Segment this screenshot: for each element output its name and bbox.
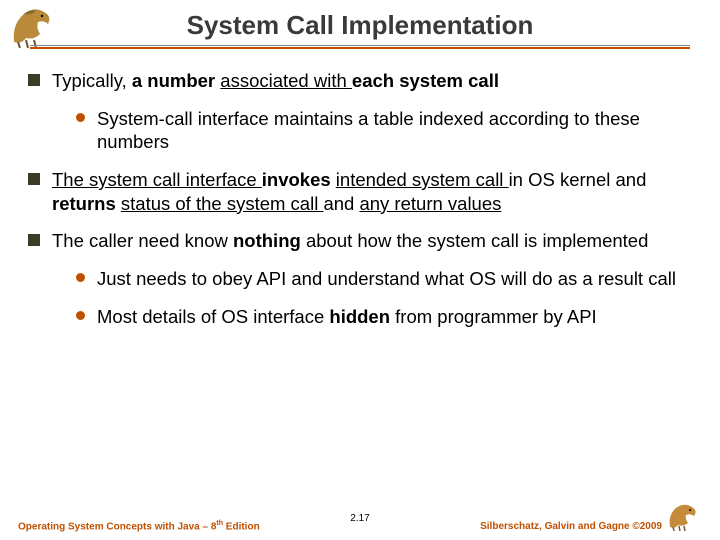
slide-footer: Operating System Concepts with Java – 8t… xyxy=(0,501,720,532)
text: Operating System Concepts with Java – 8 xyxy=(18,521,216,532)
text-bold: invokes xyxy=(262,169,336,190)
text: Edition xyxy=(223,521,260,532)
square-bullet-icon xyxy=(28,74,40,86)
dot-bullet-icon xyxy=(76,113,85,122)
bullet-item: Typically, a number associated with each… xyxy=(28,69,692,93)
text: The caller need know xyxy=(52,230,233,251)
footer-right: Silberschatz, Galvin and Gagne ©2009 xyxy=(480,501,702,532)
text-underline: intended system call xyxy=(336,169,509,190)
text-bold: returns xyxy=(52,193,121,214)
text-bold: each system call xyxy=(352,70,499,91)
sub-bullet-item: Just needs to obey API and understand wh… xyxy=(76,267,692,291)
title-rule xyxy=(20,47,700,49)
text: about how the system call is implemented xyxy=(301,230,649,251)
bullet-item: The caller need know nothing about how t… xyxy=(28,229,692,253)
text-underline: associated with xyxy=(220,70,352,91)
sub-list: Just needs to obey API and understand wh… xyxy=(76,267,692,328)
dinosaur-icon xyxy=(666,501,702,534)
text: Most details of OS interface xyxy=(97,306,329,327)
bullet-text: Typically, a number associated with each… xyxy=(52,69,499,93)
square-bullet-icon xyxy=(28,234,40,246)
sub-bullet-text: System-call interface maintains a table … xyxy=(97,107,692,154)
bullet-text: The caller need know nothing about how t… xyxy=(52,229,648,253)
slide-title: System Call Implementation xyxy=(20,10,700,41)
text-underline: The system call interface xyxy=(52,169,262,190)
sub-bullet-text: Just needs to obey API and understand wh… xyxy=(97,267,676,291)
sub-list: System-call interface maintains a table … xyxy=(76,107,692,154)
slide-header: System Call Implementation xyxy=(0,0,720,49)
text-underline: any return values xyxy=(359,193,501,214)
slide-number: 2.17 xyxy=(350,513,369,524)
text-bold: nothing xyxy=(233,230,301,251)
slide-body: Typically, a number associated with each… xyxy=(0,49,720,328)
bullet-item: The system call interface invokes intend… xyxy=(28,168,692,215)
text: from programmer by API xyxy=(395,306,597,327)
sub-bullet-item: Most details of OS interface hidden from… xyxy=(76,305,692,329)
dot-bullet-icon xyxy=(76,311,85,320)
dot-bullet-icon xyxy=(76,273,85,282)
sub-bullet-item: System-call interface maintains a table … xyxy=(76,107,692,154)
square-bullet-icon xyxy=(28,173,40,185)
text-underline: status of the system call xyxy=(121,193,324,214)
copyright-text: Silberschatz, Galvin and Gagne ©2009 xyxy=(480,521,662,532)
sub-bullet-text: Most details of OS interface hidden from… xyxy=(97,305,597,329)
text-bold: a number xyxy=(132,70,220,91)
footer-left: Operating System Concepts with Java – 8t… xyxy=(18,520,260,532)
text: in OS kernel and xyxy=(509,169,647,190)
text: and xyxy=(323,193,359,214)
bullet-text: The system call interface invokes intend… xyxy=(52,168,692,215)
text: Typically, xyxy=(52,70,132,91)
text-bold: hidden xyxy=(329,306,395,327)
